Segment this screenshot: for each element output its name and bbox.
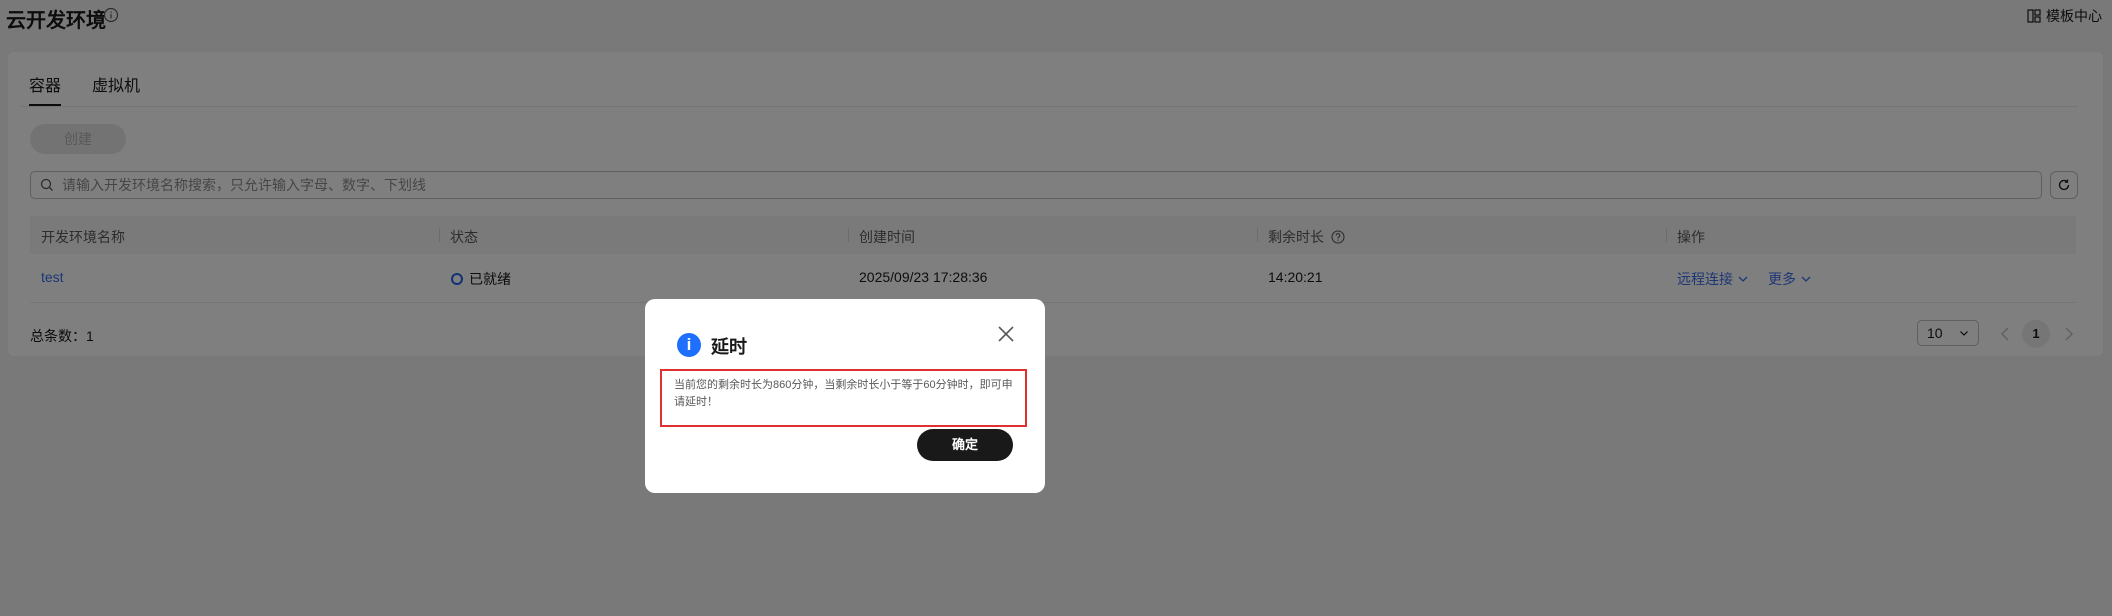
info-icon: i — [677, 333, 701, 357]
modal-overlay[interactable] — [0, 0, 2112, 616]
dialog-title: 延时 — [711, 337, 747, 357]
dialog-message: 当前您的剩余时长为860分钟，当剩余时长小于等于60分钟时，即可申请延时！ — [660, 369, 1027, 427]
confirm-button[interactable]: 确定 — [917, 429, 1013, 461]
close-icon[interactable] — [996, 324, 1016, 344]
extend-time-dialog: i 延时 当前您的剩余时长为860分钟，当剩余时长小于等于60分钟时，即可申请延… — [645, 299, 1045, 493]
